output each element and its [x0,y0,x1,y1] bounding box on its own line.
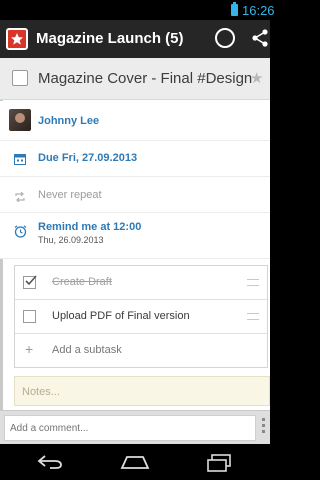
status-bar: 16:26 [0,0,275,20]
notes-field[interactable]: Notes... [14,376,270,406]
add-subtask-button[interactable]: + Add a subtask [15,334,267,368]
overflow-icon[interactable] [262,418,265,438]
share-icon[interactable] [252,29,268,52]
assignee-name: Johnny Lee [38,115,100,127]
comment-bar [0,410,270,444]
system-nav-bar [0,444,270,480]
wunderlist-logo-icon[interactable] [6,28,28,50]
subtask-item[interactable]: Upload PDF of Final version [15,300,267,334]
reminder-row[interactable]: Remind me at 12:00 Thu, 26.09.2013 [0,213,270,259]
task-complete-checkbox[interactable] [12,70,28,86]
repeat-icon [14,189,26,207]
list-title[interactable]: Magazine Launch (5) [36,30,184,47]
repeat-row[interactable]: Never repeat [0,177,270,213]
drag-handle-icon[interactable] [247,279,259,286]
drag-handle-icon[interactable] [247,313,259,320]
back-icon[interactable] [36,454,64,475]
due-date-row[interactable]: Due Fri, 27.09.2013 [0,141,270,177]
subtask-label: Create Draft [52,276,112,288]
subtask-label: Upload PDF of Final version [52,310,190,322]
avatar [9,109,31,131]
task-header: Magazine Cover - Final #Design ★ [0,58,270,100]
alarm-icon [14,225,27,243]
subtask-list: Create Draft Upload PDF of Final version… [14,265,268,368]
home-icon[interactable] [120,454,150,475]
action-bar: Magazine Launch (5) [0,20,270,58]
star-icon[interactable]: ★ [250,69,263,87]
subtask-checkbox[interactable] [23,275,37,289]
reminder-date: Thu, 26.09.2013 [38,235,104,245]
add-subtask-label: Add a subtask [52,344,122,356]
comment-input[interactable] [4,415,256,441]
reminder-text: Remind me at 12:00 [38,221,142,233]
due-date-text: Due Fri, 27.09.2013 [38,152,138,164]
plus-icon: + [25,341,34,357]
subtask-checkbox[interactable] [23,310,36,323]
battery-icon [231,2,238,16]
checkmark-icon [25,275,37,286]
status-time: 16:26 [242,3,275,18]
calendar-icon [14,152,26,170]
subtask-item[interactable]: Create Draft [15,266,267,300]
repeat-text: Never repeat [38,189,102,201]
recents-icon[interactable] [206,454,232,477]
assignee-row[interactable]: Johnny Lee [0,101,270,141]
sync-ring-icon[interactable] [215,28,235,48]
task-title[interactable]: Magazine Cover - Final #Design [38,70,252,87]
notes-placeholder: Notes... [22,386,60,398]
